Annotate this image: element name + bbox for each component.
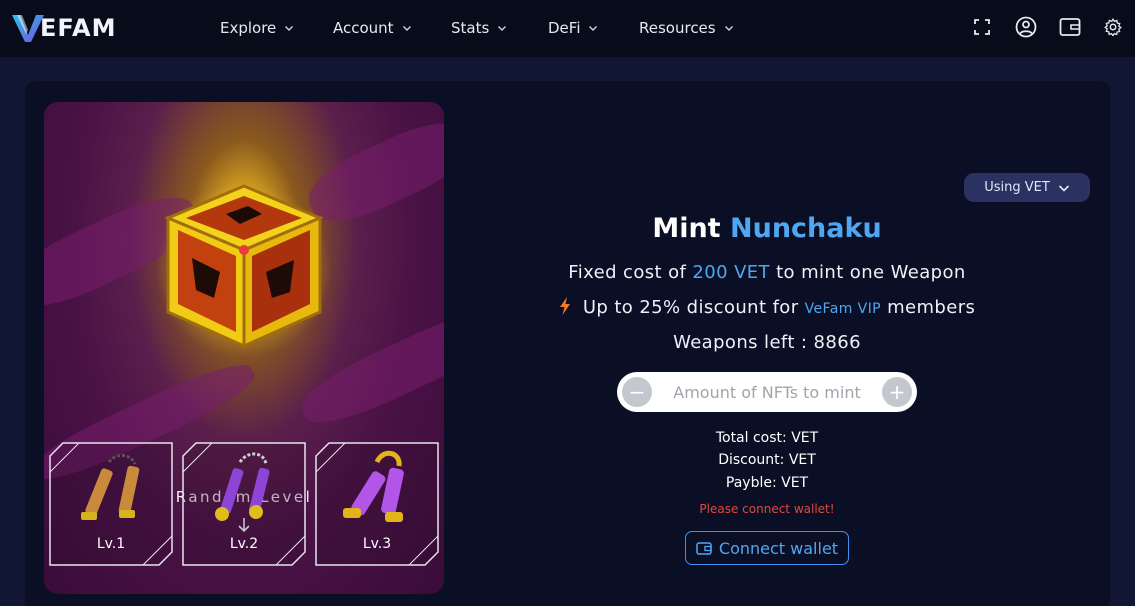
mystery-box-artwork: Random Level Lv.1 Lv.2: [44, 102, 444, 594]
level-card-2: Lv.2: [182, 442, 306, 566]
nav-explore-label: Explore: [220, 19, 277, 37]
nunchaku-lv2-icon: [215, 452, 270, 521]
chevron-down-icon: [589, 26, 598, 31]
level-card-3: Lv.3: [315, 442, 439, 566]
nav-resources-label: Resources: [639, 19, 716, 37]
nav-defi-label: DeFi: [548, 19, 581, 37]
fixed-cost-prefix: Fixed cost of: [568, 262, 687, 283]
weapons-left: Weapons left : 8866: [673, 332, 861, 353]
decrement-button[interactable]: −: [622, 377, 652, 407]
discount-suffix: members: [887, 297, 976, 318]
lightning-icon: [559, 297, 570, 315]
nav-resources[interactable]: Resources: [639, 18, 734, 38]
connect-wallet-label: Connect wallet: [718, 538, 839, 558]
nav-stats-label: Stats: [451, 19, 490, 37]
fixed-cost-value: 200 VET: [692, 262, 770, 283]
wallet-icon[interactable]: [1058, 15, 1082, 39]
brand-name: EFAM: [40, 14, 117, 42]
amount-input[interactable]: [657, 378, 877, 406]
brand-logo[interactable]: EFAM: [10, 11, 117, 45]
user-icon[interactable]: [1014, 15, 1038, 39]
mint-title-item: Nunchaku: [730, 213, 882, 244]
level-card-1: Lv.1: [49, 442, 173, 566]
nunchaku-lv3-icon: [343, 450, 404, 522]
nav-defi[interactable]: DeFi: [548, 18, 598, 38]
total-cost: Total cost: VET: [715, 430, 819, 446]
discount-line: Up to 25% discount for VeFam VIP members: [520, 297, 1014, 318]
connect-wallet-warning: Please connect wallet!: [699, 502, 835, 516]
currency-selector-label: Using VET: [984, 180, 1050, 195]
discount-prefix: Up to 25% discount for: [582, 297, 799, 318]
fullscreen-icon[interactable]: [970, 15, 994, 39]
fixed-cost-line: Fixed cost of 200 VET to mint one Weapon: [520, 262, 1014, 283]
fixed-cost-suffix: to mint one Weapon: [776, 262, 966, 283]
chevron-down-icon: [1058, 184, 1069, 192]
chevron-down-icon: [498, 26, 507, 31]
nav-account[interactable]: Account: [333, 18, 412, 38]
nav-explore[interactable]: Explore: [220, 18, 294, 38]
top-navbar: EFAM Explore Account Stats DeFi Resource…: [0, 0, 1135, 57]
level-label: Lv.2: [229, 536, 259, 552]
level-label: Lv.3: [362, 536, 392, 552]
nav-stats[interactable]: Stats: [451, 18, 507, 38]
chevron-down-icon: [285, 26, 294, 31]
wallet-icon: [696, 542, 712, 555]
connect-wallet-button[interactable]: Connect wallet: [685, 531, 849, 565]
nunchaku-lv1-icon: [81, 454, 140, 520]
chevron-down-icon: [402, 26, 411, 31]
level-label: Lv.1: [96, 536, 126, 552]
payable-amount: Payble: VET: [725, 475, 809, 491]
currency-selector[interactable]: Using VET: [964, 173, 1090, 202]
chevron-down-icon: [724, 26, 733, 31]
settings-icon[interactable]: [1101, 15, 1125, 39]
increment-button[interactable]: +: [882, 377, 912, 407]
mint-title-prefix: Mint: [652, 213, 721, 244]
discount-amount: Discount: VET: [718, 452, 816, 468]
amount-stepper: − +: [617, 372, 917, 412]
mint-title: Mint Nunchaku: [560, 213, 974, 244]
nav-account-label: Account: [333, 19, 394, 37]
discount-program-link[interactable]: VeFam VIP: [805, 301, 881, 317]
mystery-box-icon: [156, 182, 332, 358]
